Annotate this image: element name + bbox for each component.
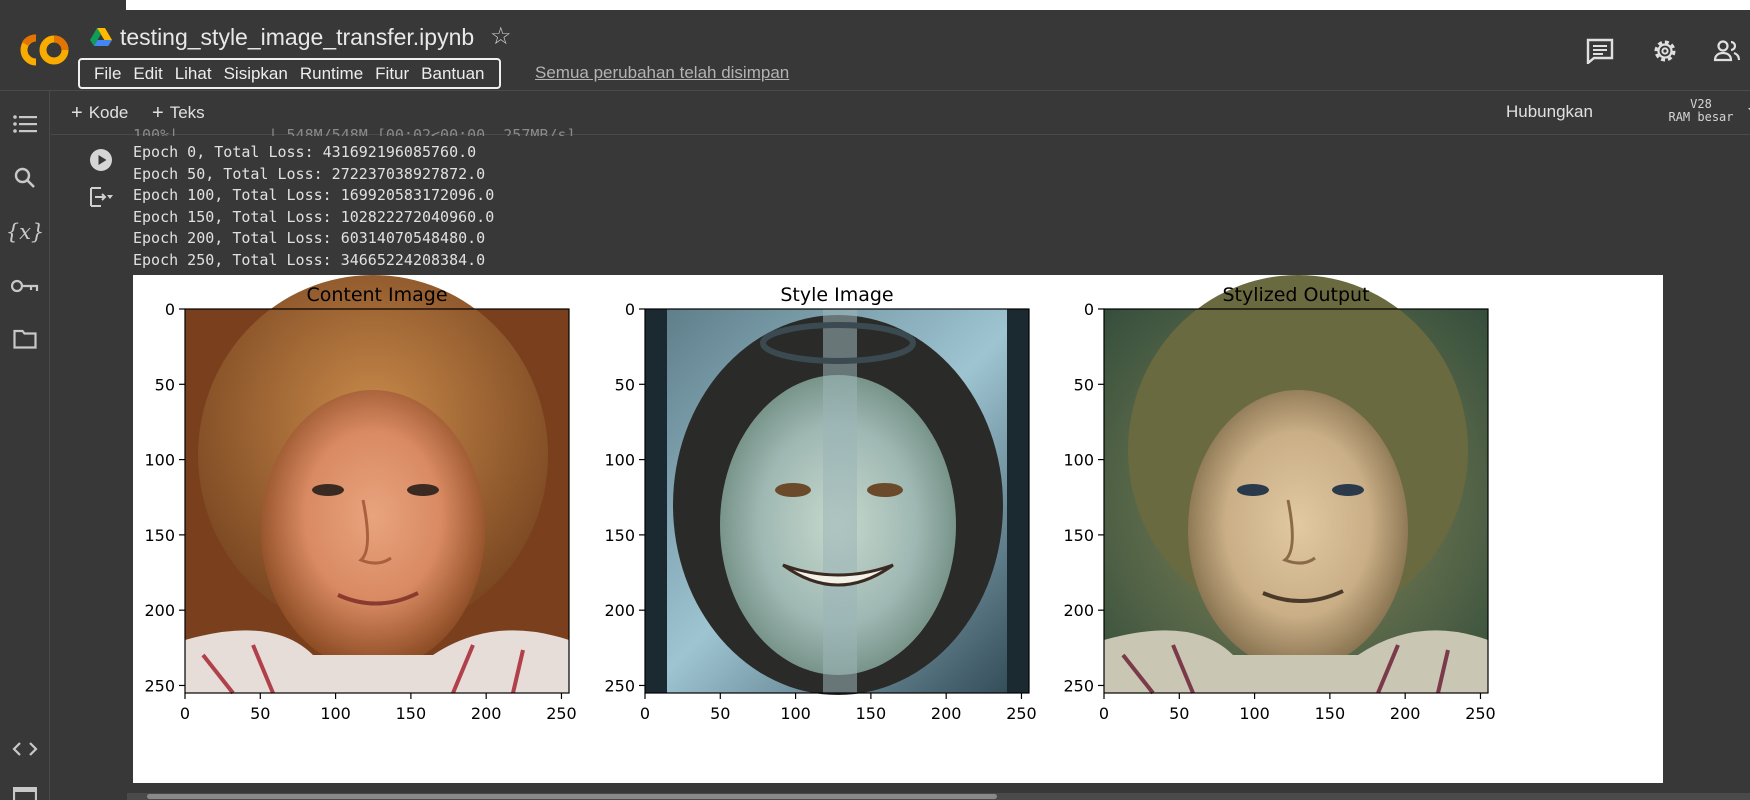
notebook-title[interactable]: testing_style_image_transfer.ipynb [120, 24, 474, 51]
y-tick-label: 100 [604, 451, 635, 470]
log-line: Epoch 150, Total Loss: 102822272040960.0 [133, 207, 495, 226]
x-tick-label: 0 [180, 704, 190, 723]
files-folder-icon[interactable] [10, 324, 40, 354]
settings-icon[interactable] [1648, 34, 1682, 68]
x-tick-label: 50 [1169, 704, 1189, 723]
y-tick-label: 150 [1063, 526, 1094, 545]
terminal-icon[interactable] [10, 787, 40, 800]
y-tick-label: 200 [1063, 601, 1094, 620]
x-tick-label: 150 [396, 704, 427, 723]
y-tick-label: 0 [625, 300, 635, 319]
plus-icon: + [71, 102, 83, 124]
x-tick-label: 250 [1465, 704, 1496, 723]
x-tick-label: 200 [1390, 704, 1421, 723]
menu-help[interactable]: Bantuan [415, 64, 490, 84]
cell-output: Epoch 0, Total Loss: 431692196085760.0 E… [133, 142, 1733, 272]
header: testing_style_image_transfer.ipynb ☆ Fil… [0, 10, 1750, 90]
y-tick-label: 150 [604, 526, 635, 545]
x-tick-label: 100 [780, 704, 811, 723]
runtime-ram: RAM besar [1668, 110, 1734, 124]
star-icon[interactable]: ☆ [490, 22, 512, 51]
matplotlib-figure: Content Image 0 50 100 150 200 250 0 50 100 150 200… [133, 275, 1663, 783]
x-tick-label: 100 [1239, 704, 1270, 723]
x-tick-label: 50 [250, 704, 270, 723]
axes-title: Content Image [306, 284, 447, 306]
menu-edit[interactable]: Edit [127, 64, 168, 84]
google-drive-icon [90, 28, 112, 46]
figure-canvas: Content Image 0 50 100 150 200 250 0 50 100 150 200… [144, 275, 1496, 723]
y-tick-label: 50 [615, 375, 635, 394]
table-of-contents-icon[interactable] [10, 109, 40, 139]
horizontal-scrollbar[interactable] [127, 793, 1750, 800]
menu-runtime[interactable]: Runtime [294, 64, 369, 84]
progress-line-partial: 100%| | 548M/548M [00:02<00:00, 257MB/s] [133, 126, 576, 136]
variables-icon[interactable]: {x} [6, 217, 45, 247]
y-tick-label: 200 [144, 601, 175, 620]
play-icon [90, 149, 112, 171]
add-text-button[interactable]: + Teks [152, 101, 205, 124]
x-tick-label: 50 [710, 704, 730, 723]
x-tick-label: 100 [320, 704, 351, 723]
add-code-label: Kode [88, 103, 129, 122]
menu-file[interactable]: File [88, 64, 127, 84]
axes-title: Style Image [780, 284, 893, 306]
y-tick-label: 250 [1063, 676, 1094, 695]
style-image [645, 309, 1029, 695]
x-tick-label: 200 [931, 704, 962, 723]
connect-button[interactable]: Hubungkan [1506, 102, 1593, 122]
menu-insert[interactable]: Sisipkan [218, 64, 294, 84]
log-line: Epoch 0, Total Loss: 431692196085760.0 [133, 143, 477, 161]
stylized-output-image [1104, 275, 1488, 695]
output-menu-icon [90, 187, 113, 207]
secrets-key-icon[interactable] [10, 271, 40, 301]
scrollbar-thumb[interactable] [147, 794, 997, 799]
x-tick-label: 150 [856, 704, 887, 723]
plus-icon: + [152, 102, 164, 124]
browser-top-strip [0, 0, 1750, 10]
y-tick-label: 100 [144, 451, 175, 470]
left-sidebar: {x} [0, 91, 50, 800]
x-tick-label: 250 [1006, 704, 1037, 723]
menu-tools[interactable]: Fitur [369, 64, 415, 84]
add-code-button[interactable]: + Kode [71, 101, 128, 124]
y-tick-label: 50 [1074, 375, 1094, 394]
output-actions-button[interactable] [89, 186, 115, 213]
content-image [185, 275, 569, 695]
log-line: Epoch 50, Total Loss: 272237038927872.0 [133, 164, 486, 183]
y-tick-label: 150 [144, 526, 175, 545]
y-tick-label: 50 [155, 375, 175, 394]
menu-bar: File Edit Lihat Sisipkan Runtime Fitur B… [78, 58, 501, 89]
y-tick-label: 250 [604, 676, 635, 695]
log-line: Epoch 200, Total Loss: 60314070548480.0 [133, 229, 486, 248]
menu-view[interactable]: Lihat [169, 64, 218, 84]
log-line: Epoch 250, Total Loss: 34665224208384.0 [133, 250, 486, 269]
y-tick-label: 100 [1063, 451, 1094, 470]
x-tick-label: 0 [1099, 704, 1109, 723]
x-tick-label: 150 [1315, 704, 1346, 723]
share-people-icon[interactable] [1710, 34, 1744, 68]
y-tick-label: 0 [1084, 300, 1094, 319]
save-status-link[interactable]: Semua perubahan telah disimpan [535, 63, 789, 83]
colab-app: testing_style_image_transfer.ipynb ☆ Fil… [0, 0, 1750, 800]
x-tick-label: 200 [471, 704, 502, 723]
run-cell-button[interactable] [89, 148, 113, 177]
log-line: Epoch 100, Total Loss: 169920583172096.0 [133, 186, 495, 205]
code-snippets-icon[interactable] [10, 734, 40, 764]
x-tick-label: 250 [546, 704, 577, 723]
colab-logo-icon[interactable] [16, 30, 72, 70]
search-icon[interactable] [10, 163, 40, 193]
runtime-info[interactable]: V28 RAM besar [1659, 98, 1743, 124]
y-tick-label: 200 [604, 601, 635, 620]
y-tick-label: 0 [165, 300, 175, 319]
add-text-label: Teks [169, 103, 205, 122]
y-tick-label: 250 [144, 676, 175, 695]
x-tick-label: 0 [640, 704, 650, 723]
comments-icon[interactable] [1583, 34, 1617, 68]
axes-title: Stylized Output [1222, 284, 1369, 306]
